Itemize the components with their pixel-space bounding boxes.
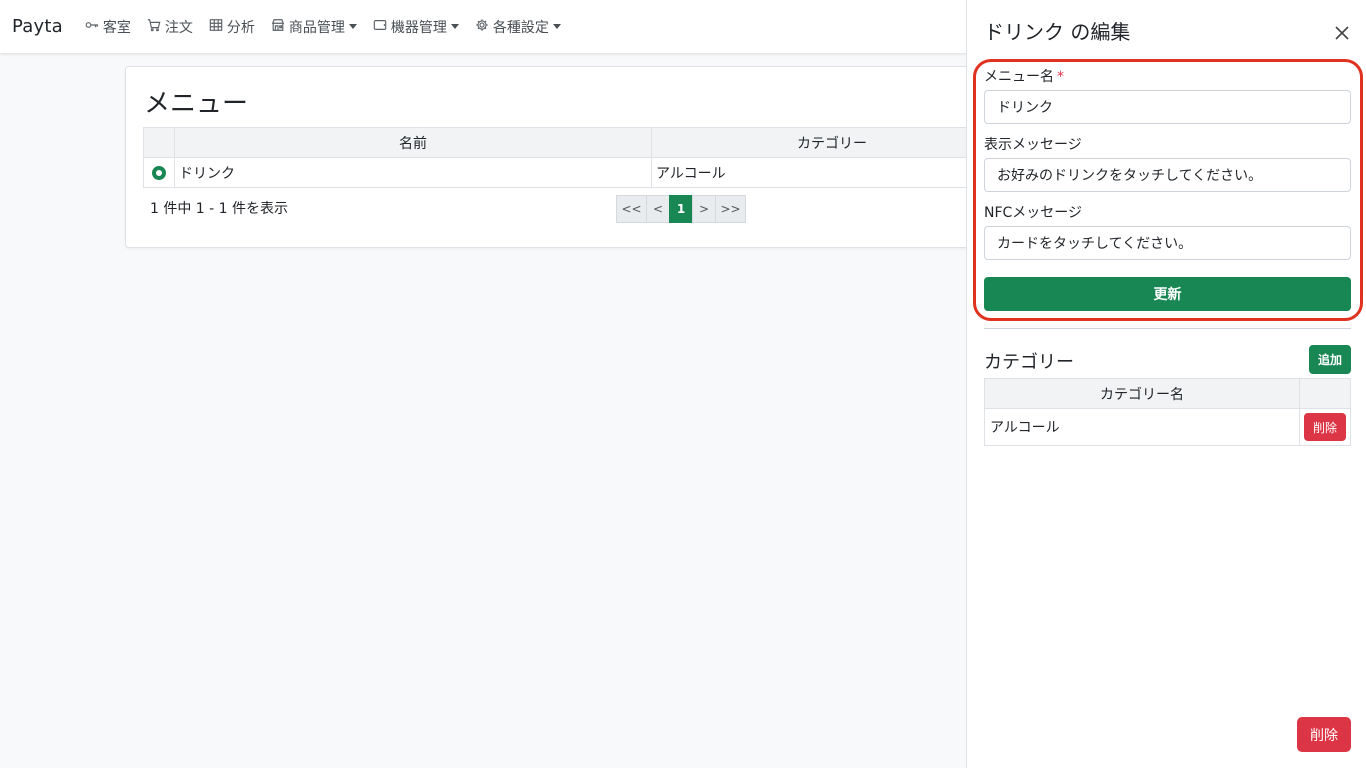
selected-radio-button[interactable] xyxy=(152,165,166,180)
category-name-cell: アルコール xyxy=(984,408,1300,446)
nav-item-device-management[interactable]: 機器管理 xyxy=(373,17,459,37)
page-next-button[interactable]: > xyxy=(692,195,716,223)
nav-label: 商品管理 xyxy=(288,19,345,36)
shop-icon xyxy=(271,18,289,36)
column-header-name[interactable]: 名前 xyxy=(174,127,652,158)
nav-item-rooms[interactable]: 客室 xyxy=(85,17,131,37)
menu-name-label-text: メニュー名 xyxy=(984,69,1054,85)
category-section-heading: カテゴリー xyxy=(984,352,1074,373)
column-header-category[interactable]: カテゴリー xyxy=(651,127,1013,158)
table-header-row: 名前 カテゴリー xyxy=(143,127,1013,158)
delete-menu-button[interactable]: 削除 xyxy=(1297,717,1351,752)
table-icon xyxy=(209,18,227,36)
nav-label: 各種設定 xyxy=(492,19,549,36)
nfc-message-input[interactable] xyxy=(984,226,1351,260)
page-last-button[interactable]: >> xyxy=(715,195,746,223)
table-row[interactable]: ドリンク アルコール xyxy=(143,157,1013,188)
nav-item-settings[interactable]: 各種設定 xyxy=(475,17,561,37)
menu-name-input[interactable] xyxy=(984,90,1351,124)
menu-table: 名前 カテゴリー ドリンク アルコール xyxy=(143,127,1013,188)
display-message-input[interactable] xyxy=(984,158,1351,192)
delete-category-button[interactable]: 削除 xyxy=(1304,413,1346,441)
category-action-cell: 削除 xyxy=(1299,408,1351,446)
cart-icon xyxy=(147,18,165,36)
page-prev-button[interactable]: < xyxy=(646,195,670,223)
close-icon[interactable] xyxy=(1333,24,1351,42)
pagination-summary: 1 件中 1 - 1 件を表示 xyxy=(150,201,289,217)
column-header-select xyxy=(143,127,175,158)
display-message-label: 表示メッセージ xyxy=(984,137,1082,153)
required-mark: * xyxy=(1057,69,1064,85)
page-title: メニュー xyxy=(144,89,249,119)
page-current-button[interactable]: 1 xyxy=(669,195,693,223)
tablet-icon xyxy=(373,18,391,36)
pagination: << < 1 > >> xyxy=(616,195,746,223)
column-header-category-name: カテゴリー名 xyxy=(984,378,1300,409)
brand-logo[interactable]: Payta xyxy=(12,16,63,37)
nav-label: 客室 xyxy=(102,19,131,36)
panel-title: ドリンク の編集 xyxy=(984,20,1131,44)
chevron-down-icon xyxy=(552,24,561,29)
menu-name-label: メニュー名 * xyxy=(984,66,1064,86)
row-name-cell[interactable]: ドリンク xyxy=(174,157,652,188)
row-select-cell[interactable] xyxy=(143,157,175,188)
section-divider xyxy=(984,328,1351,329)
edit-side-panel: ドリンク の編集 メニュー名* 表示メッセージ NFCメッセージ 更新 カテゴリ… xyxy=(966,0,1366,768)
nav-item-product-management[interactable]: 商品管理 xyxy=(271,17,357,37)
key-icon xyxy=(85,18,103,36)
row-category-cell[interactable]: アルコール xyxy=(651,157,1013,188)
table-header-row: カテゴリー名 xyxy=(984,378,1351,409)
chevron-down-icon xyxy=(450,24,459,29)
nav-label: 機器管理 xyxy=(390,19,447,36)
gear-icon xyxy=(475,18,493,36)
page-first-button[interactable]: << xyxy=(616,195,647,223)
category-table: カテゴリー名 アルコール 削除 xyxy=(984,378,1351,446)
update-button[interactable]: 更新 xyxy=(984,277,1351,311)
add-category-button[interactable]: 追加 xyxy=(1309,345,1351,374)
table-row: アルコール 削除 xyxy=(984,408,1351,446)
nav-item-analytics[interactable]: 分析 xyxy=(209,17,255,37)
menu-card: メニュー 名前 カテゴリー ドリンク アルコール 1 件中 1 - 1 件を表示… xyxy=(125,66,1013,248)
nav-label: 分析 xyxy=(226,19,255,36)
nfc-message-label: NFCメッセージ xyxy=(984,205,1083,221)
nav-label: 注文 xyxy=(164,19,193,36)
nav-item-orders[interactable]: 注文 xyxy=(147,17,193,37)
chevron-down-icon xyxy=(348,24,357,29)
column-header-actions xyxy=(1299,378,1351,409)
